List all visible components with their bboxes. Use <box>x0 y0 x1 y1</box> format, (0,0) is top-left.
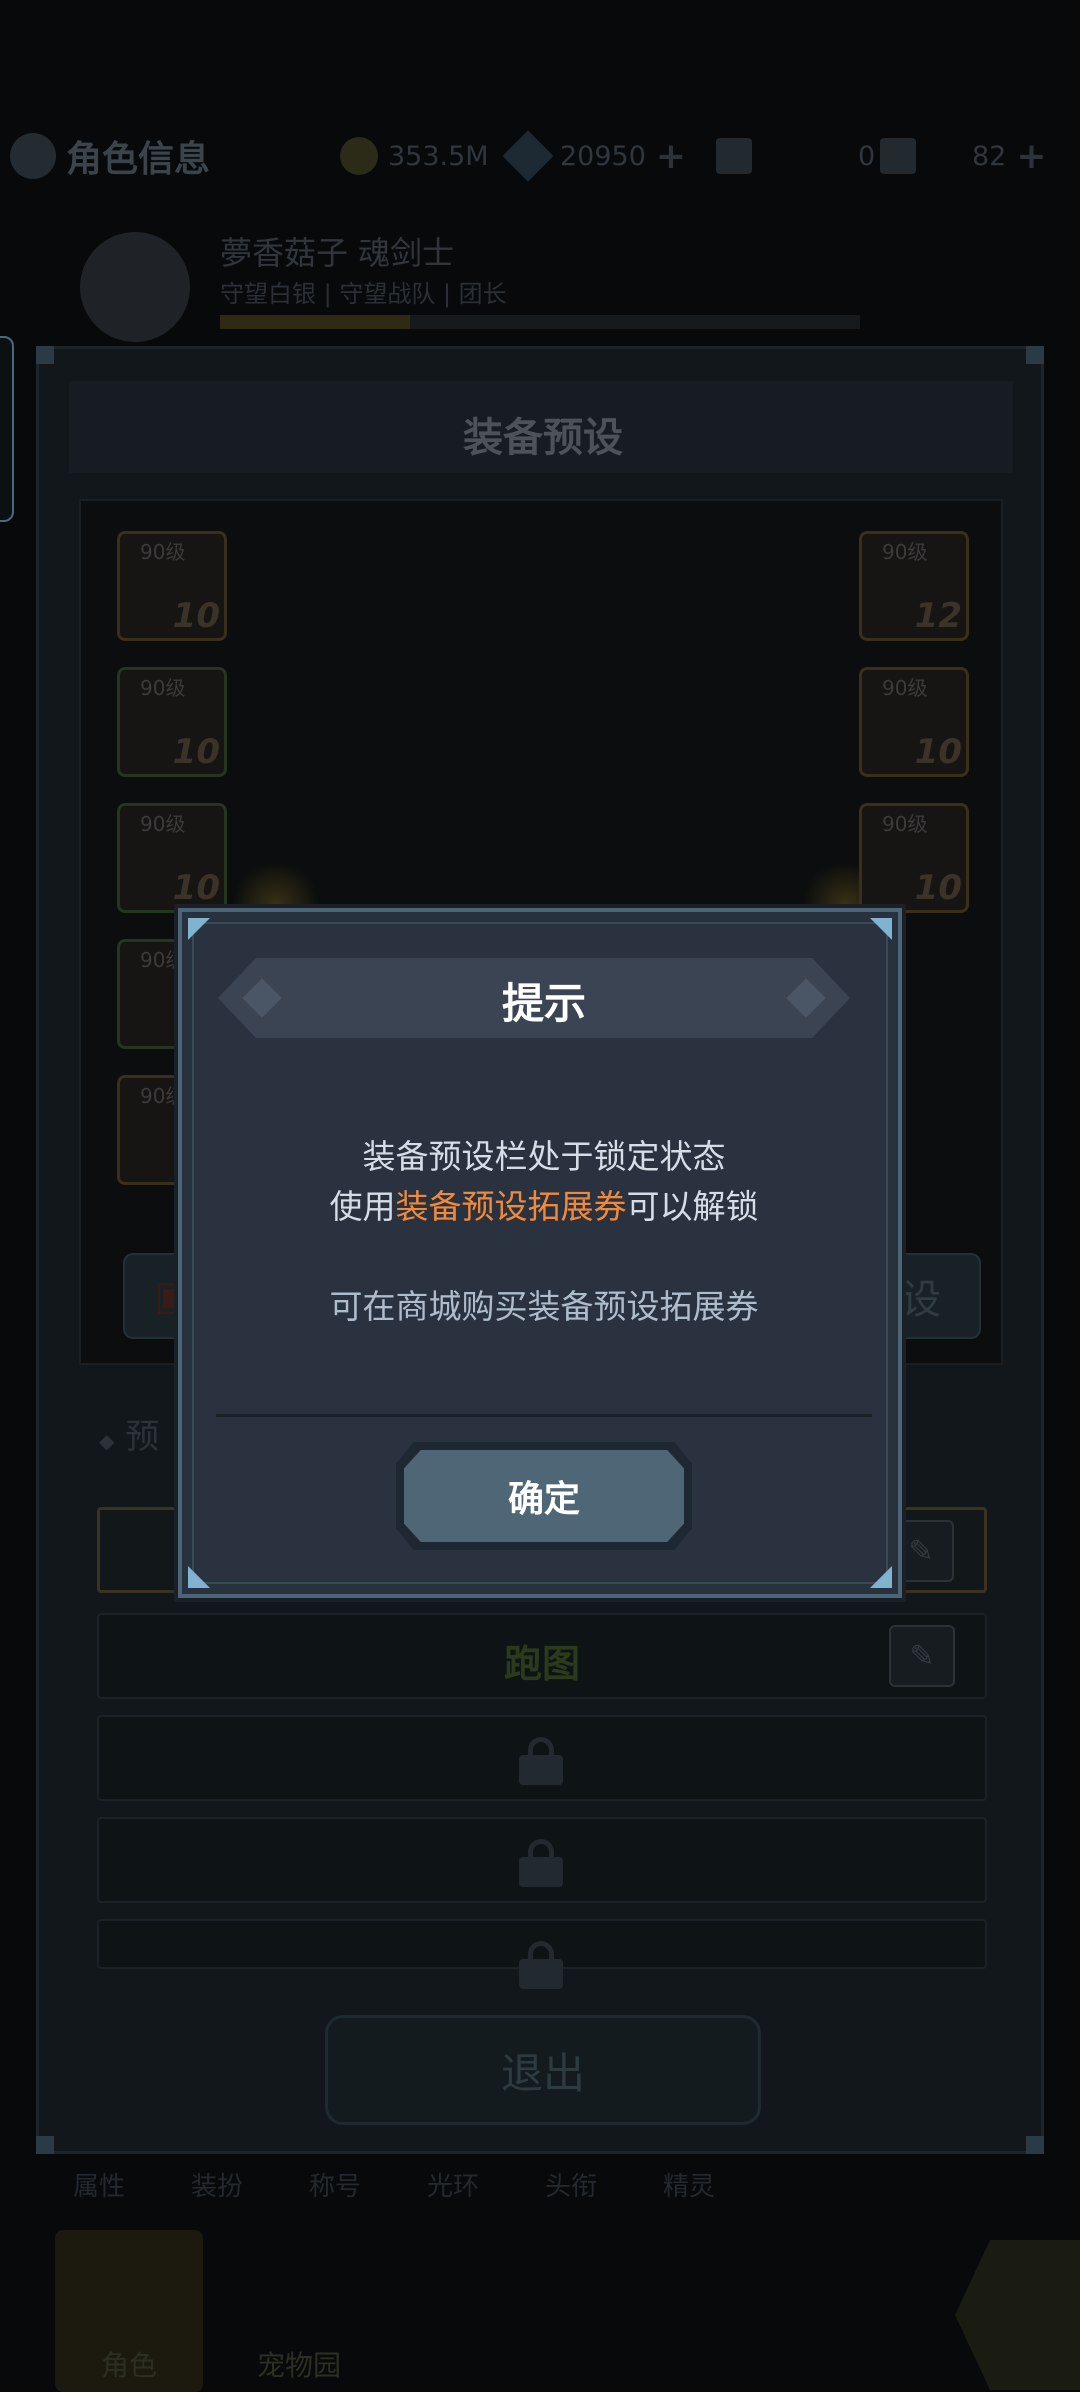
top-bar: 角色信息 353.5M 20950 + 0 82 + <box>0 120 1080 192</box>
share-icon[interactable] <box>955 2240 1080 2390</box>
preset-row-locked[interactable] <box>97 1919 987 1989</box>
gem-counter: 20950 + <box>502 130 686 182</box>
avatar[interactable] <box>80 232 190 342</box>
item-value: 0 <box>858 140 876 172</box>
character-icon <box>10 133 56 179</box>
hint-dialog: 提示 装备预设栏处于锁定状态 使用装备预设拓展券可以解锁 可在商城购买装备预设拓… <box>178 908 902 1598</box>
item-counter: 0 <box>716 130 875 182</box>
exit-button[interactable]: 退出 <box>325 2015 761 2125</box>
dialog-divider <box>216 1414 872 1417</box>
equipment-slot[interactable]: 90级 10 <box>117 667 227 777</box>
bottom-sub-nav: 属性 装扮 称号 光环 头衔 精灵 <box>40 2166 800 2222</box>
highlight-item-name: 装备预设拓展券 <box>395 1187 627 1226</box>
preset-row-locked[interactable] <box>97 1817 987 1903</box>
equipment-slot[interactable]: 90级 10 <box>859 667 969 777</box>
nav-aura[interactable]: 光环 <box>394 2166 512 2222</box>
screen: 角色信息 353.5M 20950 + 0 82 + 夢香菇子 魂剑士 守望白银… <box>0 0 1080 2392</box>
gem-icon <box>502 130 554 182</box>
lock-icon <box>519 1839 563 1887</box>
equipment-slot[interactable]: 90级 10 <box>117 531 227 641</box>
preset-row[interactable]: 跑图 ✎ <box>97 1613 987 1699</box>
side-tab[interactable] <box>0 336 14 522</box>
gem-value: 20950 <box>560 140 646 172</box>
confirm-button[interactable]: 确定 <box>396 1442 692 1550</box>
level-bar <box>220 315 860 329</box>
equipment-slot[interactable]: 90级 10 <box>117 803 227 913</box>
add-energy-icon[interactable]: + <box>1016 136 1046 177</box>
energy-icon <box>880 138 916 174</box>
coin-icon <box>340 137 378 175</box>
lock-icon <box>519 1941 563 1989</box>
bottom-tabs: 角色 宠物园 <box>55 2230 1080 2392</box>
nav-title[interactable]: 称号 <box>276 2166 394 2222</box>
confirm-button-label: 确定 <box>404 1450 684 1542</box>
preset-title: 装备预设 <box>463 415 623 461</box>
character-panel: 夢香菇子 魂剑士 守望白银 | 守望战队 | 团长 <box>80 220 860 350</box>
nav-rank[interactable]: 头衔 <box>512 2166 630 2222</box>
nav-outfit[interactable]: 装扮 <box>158 2166 276 2222</box>
dialog-message-line2: 使用装备预设拓展券可以解锁 <box>329 1187 759 1226</box>
equipment-slot[interactable]: 90级 12 <box>859 531 969 641</box>
equipment-slot[interactable]: 90级 10 <box>859 803 969 913</box>
character-name: 夢香菇子 魂剑士 <box>220 234 455 272</box>
add-gems-icon[interactable]: + <box>656 136 686 177</box>
energy-value: 82 <box>972 140 1007 172</box>
tab-character[interactable]: 角色 <box>55 2230 203 2392</box>
dialog-message-shop: 可在商城购买装备预设拓展券 <box>329 1287 759 1326</box>
energy-counter: 82 + <box>880 130 1047 182</box>
dialog-message-line1: 装备预设栏处于锁定状态 <box>362 1137 726 1176</box>
preset-list-header: ◆ 预 <box>99 1417 160 1457</box>
tab-pet-garden[interactable]: 宠物园 <box>225 2230 373 2392</box>
nav-spirit[interactable]: 精灵 <box>630 2166 748 2222</box>
gold-value: 353.5M <box>388 140 489 172</box>
gold-counter: 353.5M <box>340 130 489 182</box>
dialog-title: 提示 <box>501 979 586 1028</box>
item-icon <box>716 138 752 174</box>
edit-icon[interactable]: ✎ <box>889 1625 955 1687</box>
nav-attributes[interactable]: 属性 <box>40 2166 158 2222</box>
character-info-title: 角色信息 <box>66 139 211 180</box>
character-guild: 守望白银 | 守望战队 | 团长 <box>220 280 507 308</box>
character-info-tab[interactable]: 角色信息 <box>10 120 210 192</box>
preset-row-locked[interactable] <box>97 1715 987 1801</box>
lock-icon <box>519 1737 563 1785</box>
